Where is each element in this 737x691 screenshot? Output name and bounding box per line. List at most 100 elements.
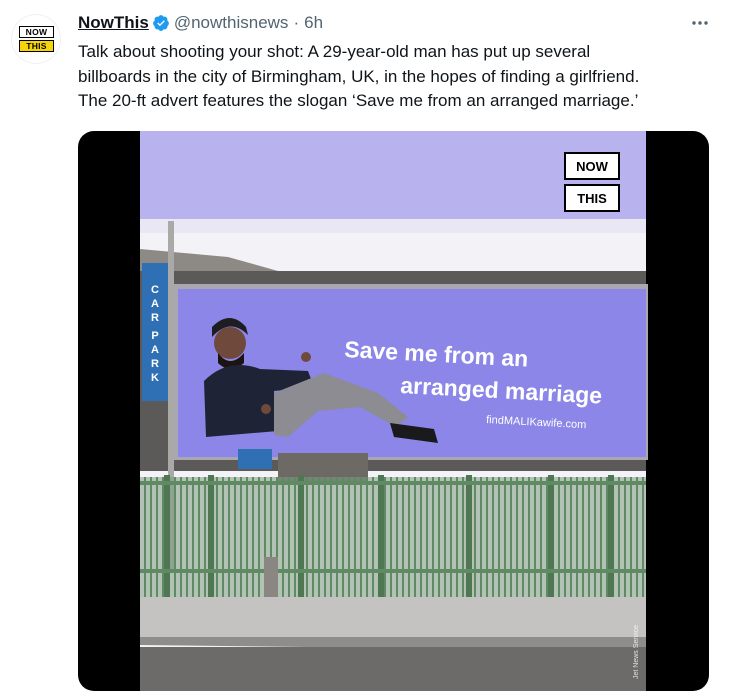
video-frame: Save me from an arranged marriage findMA… [140, 131, 648, 691]
sidewalk [140, 597, 646, 637]
fence-paling [312, 477, 314, 597]
tweet-text-line: The 20-ft advert features the slogan ‘Sa… [78, 91, 639, 110]
fence-paling [384, 477, 386, 597]
fence-rail-top [140, 481, 646, 485]
car-park-letter: P [151, 330, 158, 342]
fence-paling [426, 477, 428, 597]
fence-post [608, 475, 614, 599]
fence-paling [198, 477, 200, 597]
road [140, 647, 646, 691]
car-park-letter: C [151, 284, 159, 296]
tweet-text-line: billboards in the city of Birmingham, UK… [78, 66, 640, 86]
fence-paling [318, 477, 320, 597]
fence-paling [330, 477, 332, 597]
fence-paling [366, 477, 368, 597]
watermark-now: NOW [576, 159, 609, 174]
fence-paling [246, 477, 248, 597]
fence-paling [516, 477, 518, 597]
separator-dot: · [293, 13, 300, 32]
man-hand-point [261, 404, 271, 414]
fence-post [164, 475, 170, 599]
fence-paling [450, 477, 452, 597]
fence-paling [156, 477, 158, 597]
side-credit: Jet News Service [633, 625, 640, 679]
fence-paling [432, 477, 434, 597]
fence-paling [522, 477, 524, 597]
more-options-button[interactable] [688, 13, 712, 33]
fence-rail-bottom [140, 569, 646, 573]
tweet-text-line: Talk about shooting your shot: A 29-year… [78, 42, 591, 61]
fence-post [378, 475, 384, 599]
fence-paling [306, 477, 308, 597]
fence-paling [504, 477, 506, 597]
fence-paling [570, 477, 572, 597]
tweet-timestamp[interactable]: 6h [304, 13, 323, 33]
fence-paling [228, 477, 230, 597]
fence-paling [180, 477, 182, 597]
fence-paling [390, 477, 392, 597]
tweet-text: Talk about shooting your shot: A 29-year… [78, 40, 718, 114]
verified-badge-icon [152, 15, 169, 31]
fence-paling [282, 477, 284, 597]
fence-paling [474, 477, 476, 597]
fence-paling [558, 477, 560, 597]
fence-paling [528, 477, 530, 597]
fence-paling [324, 477, 326, 597]
fence-paling [258, 477, 260, 597]
fence-paling [498, 477, 500, 597]
fence-paling [606, 477, 608, 597]
fence-paling [342, 477, 344, 597]
fence-paling [252, 477, 254, 597]
fence-post [298, 475, 304, 599]
watermark-this: THIS [577, 191, 607, 206]
fence-paling [234, 477, 236, 597]
fence-paling [630, 477, 632, 597]
fence-paling [564, 477, 566, 597]
fence-paling [636, 477, 638, 597]
fence-paling [600, 477, 602, 597]
avatar-logo-now: NOW [19, 26, 54, 38]
tweet-media-video[interactable]: Save me from an arranged marriage findMA… [78, 131, 709, 691]
fence-paling [594, 477, 596, 597]
fence-paling [150, 477, 152, 597]
fence-paling [288, 477, 290, 597]
fence-paling [624, 477, 626, 597]
fence-paling [402, 477, 404, 597]
small-blue-sign [238, 449, 272, 469]
avatar[interactable]: NOW THIS [11, 14, 61, 64]
car-park-letter: R [151, 358, 159, 370]
fence-paling [204, 477, 206, 597]
avatar-logo-this: THIS [19, 40, 54, 52]
fence-paling [162, 477, 164, 597]
fence-paling [642, 477, 644, 597]
fence-paling [222, 477, 224, 597]
fence-paling [294, 477, 296, 597]
fence-paling [492, 477, 494, 597]
fence-paling [192, 477, 194, 597]
fence-paling [216, 477, 218, 597]
fence-paling [348, 477, 350, 597]
fence-paling [486, 477, 488, 597]
fence-post [548, 475, 554, 599]
fence-paling [510, 477, 512, 597]
author-name[interactable]: NowThis [78, 13, 149, 33]
fence-paling [480, 477, 482, 597]
fence-paling [360, 477, 362, 597]
fence-paling [240, 477, 242, 597]
more-dots-icon [692, 21, 708, 25]
fence-post [208, 475, 214, 599]
fence-paling [174, 477, 176, 597]
fence-paling [372, 477, 374, 597]
bollard [264, 557, 278, 601]
car-park-letter: A [151, 344, 159, 356]
fence-paling [540, 477, 542, 597]
fence-paling [534, 477, 536, 597]
fence-paling [546, 477, 548, 597]
fence-paling [414, 477, 416, 597]
car-park-letter: R [151, 312, 159, 324]
author-handle[interactable]: @nowthisnews [174, 13, 289, 33]
fence-paling [186, 477, 188, 597]
fence-paling [462, 477, 464, 597]
fence-paling [444, 477, 446, 597]
fence-paling [588, 477, 590, 597]
